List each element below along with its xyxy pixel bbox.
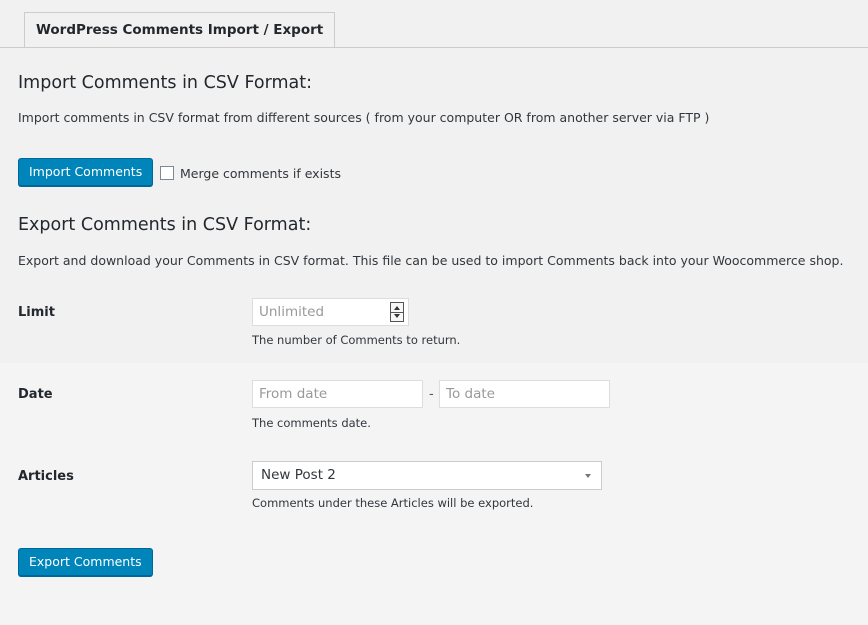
from-date-input[interactable]: From date xyxy=(252,380,423,408)
date-help: The comments date. xyxy=(252,416,371,430)
import-description: Import comments in CSV format from diffe… xyxy=(18,110,710,125)
articles-select[interactable]: New Post 2 xyxy=(252,461,602,490)
from-date-placeholder: From date xyxy=(259,386,328,402)
merge-comments-option[interactable]: Merge comments if exists xyxy=(160,164,341,182)
merge-comments-checkbox[interactable] xyxy=(160,166,174,180)
export-description: Export and download your Comments in CSV… xyxy=(18,253,844,268)
date-label: Date xyxy=(18,387,53,402)
limit-label: Limit xyxy=(18,305,55,320)
limit-input[interactable]: Unlimited xyxy=(252,298,409,326)
articles-label: Articles xyxy=(18,469,74,484)
articles-selected-value: New Post 2 xyxy=(261,467,336,483)
tab-bar: WordPress Comments Import / Export xyxy=(0,0,868,48)
articles-help: Comments under these Articles will be ex… xyxy=(252,496,534,510)
import-comments-button[interactable]: Import Comments xyxy=(18,158,154,186)
limit-placeholder: Unlimited xyxy=(259,304,325,320)
to-date-placeholder: To date xyxy=(446,386,495,402)
date-separator: - xyxy=(429,387,434,402)
export-comments-button[interactable]: Export Comments xyxy=(18,548,153,576)
form-lower-background xyxy=(0,363,868,625)
tab-comments-import-export[interactable]: WordPress Comments Import / Export xyxy=(24,12,336,47)
merge-comments-label: Merge comments if exists xyxy=(180,165,341,181)
import-heading: Import Comments in CSV Format: xyxy=(18,73,313,93)
to-date-input[interactable]: To date xyxy=(439,380,610,408)
export-heading: Export Comments in CSV Format: xyxy=(18,215,312,235)
number-spinner-icon[interactable] xyxy=(390,302,404,322)
chevron-down-icon xyxy=(585,474,591,478)
limit-help: The number of Comments to return. xyxy=(252,333,461,347)
